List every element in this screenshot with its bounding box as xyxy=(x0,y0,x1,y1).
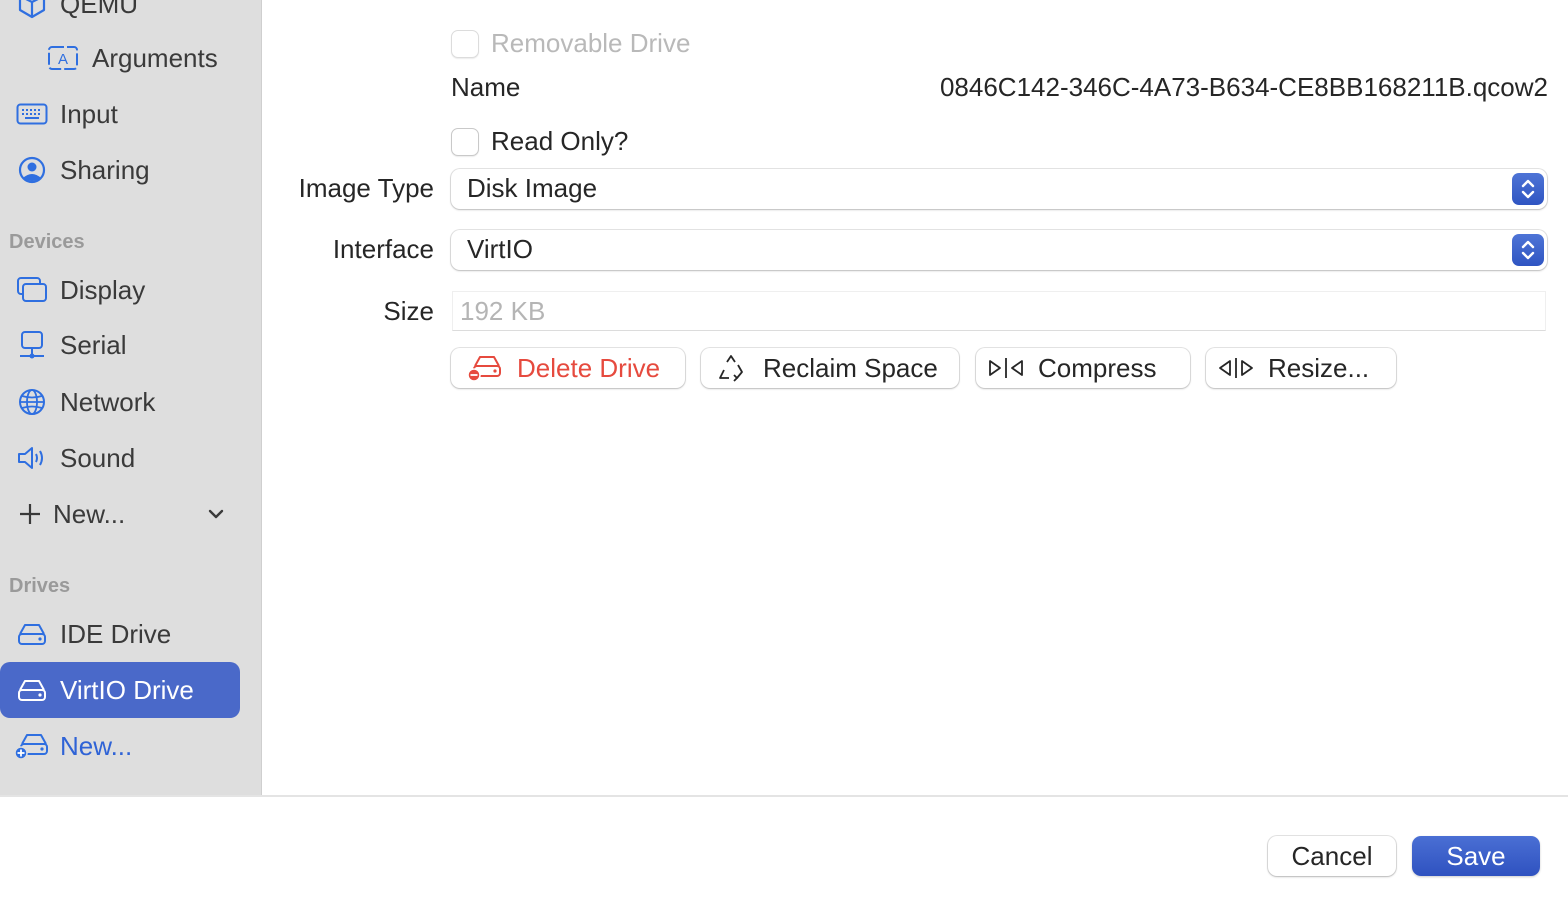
sidebar-item-label: QEMU xyxy=(60,0,138,19)
sidebar-item-ide-drive[interactable]: IDE Drive xyxy=(0,608,240,660)
compress-button[interactable]: Compress xyxy=(976,348,1190,388)
image-type-select[interactable]: Disk Image xyxy=(451,169,1547,209)
image-type-value: Disk Image xyxy=(467,173,598,203)
compress-label: Compress xyxy=(1038,352,1157,383)
interface-value: VirtIO xyxy=(467,234,533,264)
drives-section-header: Drives xyxy=(9,575,71,597)
up-down-chevron-icon xyxy=(1512,234,1544,266)
size-field[interactable] xyxy=(452,291,1546,331)
read-only-label: Read Only? xyxy=(491,126,629,156)
sidebar-item-label: Sharing xyxy=(60,154,150,185)
sidebar-item-sound[interactable]: Sound xyxy=(0,432,240,484)
read-only-checkbox[interactable] xyxy=(451,127,479,156)
image-type-label: Image Type xyxy=(298,173,434,203)
sidebar-item-label: Arguments xyxy=(92,42,218,73)
sidebar-item-label: Display xyxy=(60,274,146,305)
globe-icon xyxy=(14,384,50,420)
interface-select[interactable]: VirtIO xyxy=(451,230,1547,270)
size-input[interactable] xyxy=(453,292,1545,330)
new-drive-label: New... xyxy=(60,730,133,761)
up-down-chevron-icon xyxy=(1512,173,1544,205)
sidebar-item-label: VirtIO Drive xyxy=(60,674,194,705)
sidebar-item-qemu[interactable]: QEMU xyxy=(0,0,240,30)
plus-icon xyxy=(12,496,48,532)
delete-drive-icon xyxy=(465,353,505,383)
removable-drive-checkbox[interactable] xyxy=(451,29,479,58)
recycle-icon xyxy=(711,353,751,383)
new-device-button[interactable]: New... xyxy=(0,488,240,540)
reclaim-space-label: Reclaim Space xyxy=(763,352,938,383)
resize-button[interactable]: Resize... xyxy=(1206,348,1396,388)
new-drive-button[interactable]: New... xyxy=(0,720,240,772)
drive-icon xyxy=(14,672,50,708)
removable-drive-label: Removable Drive xyxy=(491,28,691,58)
chevron-down-icon[interactable] xyxy=(205,503,227,525)
interface-label: Interface xyxy=(332,234,434,264)
sidebar-item-network[interactable]: Network xyxy=(0,376,240,428)
text-a-icon: A xyxy=(45,40,81,76)
name-value: 0846C142-346C-4A73-B634-CE8BB168211B.qco… xyxy=(939,72,1548,102)
devices-section-header: Devices xyxy=(9,231,85,253)
serial-icon xyxy=(14,327,50,363)
display-icon xyxy=(14,272,50,308)
reclaim-space-button[interactable]: Reclaim Space xyxy=(701,348,959,388)
svg-text:A: A xyxy=(58,51,68,68)
read-only-checkbox-row[interactable]: Read Only? xyxy=(451,126,628,157)
sidebar-item-label: Sound xyxy=(60,442,136,473)
save-button[interactable]: Save xyxy=(1412,836,1540,876)
keyboard-icon xyxy=(14,96,50,132)
removable-drive-checkbox-row[interactable]: Removable Drive xyxy=(451,28,690,59)
cancel-button[interactable]: Cancel xyxy=(1268,836,1396,876)
sidebar-item-label: Network xyxy=(60,386,156,417)
compress-icon xyxy=(986,353,1026,383)
speaker-icon xyxy=(14,440,50,476)
new-device-label: New... xyxy=(53,498,126,529)
sidebar: QEMU A Arguments Input Sharing Devices D… xyxy=(0,0,262,795)
name-label: Name xyxy=(451,72,521,102)
delete-drive-button[interactable]: Delete Drive xyxy=(451,348,685,388)
add-drive-icon xyxy=(14,728,50,764)
resize-icon xyxy=(1216,353,1256,383)
cube-icon xyxy=(14,0,50,22)
sidebar-item-serial[interactable]: Serial xyxy=(0,319,240,371)
sidebar-item-label: Serial xyxy=(60,329,127,360)
person-circle-icon xyxy=(14,152,50,188)
sidebar-item-display[interactable]: Display xyxy=(0,264,240,316)
sidebar-item-arguments[interactable]: A Arguments xyxy=(0,32,240,84)
resize-label: Resize... xyxy=(1268,352,1370,383)
drive-icon xyxy=(14,616,50,652)
sidebar-item-sharing[interactable]: Sharing xyxy=(0,144,240,196)
delete-drive-label: Delete Drive xyxy=(517,352,661,383)
sidebar-item-label: Input xyxy=(60,98,118,129)
sidebar-item-input[interactable]: Input xyxy=(0,88,240,140)
sidebar-item-label: IDE Drive xyxy=(60,618,172,649)
sidebar-item-virtio-drive[interactable]: VirtIO Drive xyxy=(0,662,240,718)
size-label: Size xyxy=(383,296,434,326)
